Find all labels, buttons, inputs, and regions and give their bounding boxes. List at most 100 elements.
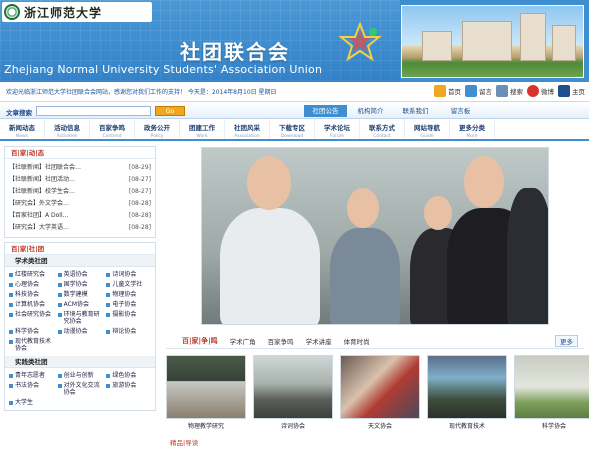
nav-item[interactable]: 新闻动态 News: [0, 119, 45, 139]
association-item[interactable]: 辩论协会: [106, 328, 151, 335]
association-label: 物理协会: [112, 291, 137, 298]
nav-item[interactable]: 团建工作 Work: [180, 119, 225, 139]
association-item[interactable]: 电子协会: [106, 301, 151, 308]
bullet-icon: [57, 313, 62, 317]
association-item[interactable]: 青年志愿者: [9, 372, 54, 379]
association-item[interactable]: 大学生: [9, 399, 54, 406]
top-link-portal[interactable]: 主页: [558, 85, 585, 97]
association-item[interactable]: 绿色协会: [106, 372, 151, 379]
association-item[interactable]: 旅游协会: [106, 382, 151, 396]
featured-reading-label: 精品|导读: [170, 439, 199, 447]
bullet-icon: [106, 273, 111, 277]
tab-guestbook[interactable]: 留言板: [439, 105, 482, 117]
top-link-search[interactable]: 搜索: [496, 85, 523, 97]
nav-item[interactable]: 百家争鸣 Contend: [90, 119, 135, 139]
association-item[interactable]: 科学协会: [9, 328, 54, 335]
gallery-caption: 科学协会: [541, 423, 566, 430]
academic-association-grid: 红楼研究会 英语协会 诗词协会心理协会 国学协会 儿童文学社科技协会 数学建模 物理协会计算…: [5, 267, 155, 356]
tab-about[interactable]: 机构简介: [349, 105, 392, 117]
association-item[interactable]: 动漫协会: [57, 328, 103, 335]
gallery-tab[interactable]: 学术广角: [230, 336, 256, 346]
bullet-icon: [9, 384, 13, 388]
association-item[interactable]: 科技协会: [9, 291, 54, 298]
nav-item[interactable]: 学术论坛 Forum: [315, 119, 360, 139]
nav-item[interactable]: 活动信息 Activities: [45, 119, 90, 139]
gallery-caption: 天文协会: [367, 423, 392, 430]
association-item[interactable]: ACM协会: [57, 301, 103, 308]
bullet-icon: [106, 293, 111, 297]
association-item[interactable]: 对外文化交流协会: [57, 382, 103, 396]
association-item[interactable]: 书法协会: [9, 382, 54, 396]
gallery-thumbnail: [514, 355, 589, 419]
top-link-weibo[interactable]: 微博: [527, 85, 554, 97]
association-item[interactable]: 物理协会: [106, 291, 151, 298]
news-item[interactable]: 【研究会】外文学会… [08-28]: [9, 198, 151, 210]
association-item[interactable]: 社会研究协会: [9, 311, 54, 325]
news-item[interactable]: 【社联新闻】社团活动… [08-27]: [9, 174, 151, 186]
association-label: 儿童文学社: [112, 281, 143, 288]
nav-item[interactable]: 更多分类 More: [450, 119, 495, 139]
photo-person-head: [424, 196, 452, 230]
gallery-tab[interactable]: 学术讲座: [306, 336, 332, 346]
section-tabs: 社团公告 机构简介 联系我们 留言板: [304, 105, 482, 117]
gallery-item[interactable]: 天文协会: [340, 355, 420, 430]
welcome-text: 欢迎光临浙江师范大学社团联合会网站，感谢您对我们工作的支持！ 今天是：2014年…: [6, 89, 277, 96]
association-item[interactable]: 国学协会: [57, 281, 103, 288]
tab-contact[interactable]: 联系我们: [394, 105, 437, 117]
left-column: 百|家|动|态 【社联新闻】社团联合会… [08-29] 【社联新闻】社团活动…[…: [4, 146, 156, 415]
association-label: 摄影协会: [112, 311, 137, 318]
search-input[interactable]: [36, 106, 151, 116]
photo-person-head: [247, 156, 291, 210]
nav-item[interactable]: 社团风采 Association: [225, 119, 270, 139]
news-item[interactable]: 【研究会】大学英语… [08-28]: [9, 222, 151, 234]
top-links: 首页 留言 搜索 微博 主页: [434, 85, 585, 97]
gallery-item[interactable]: 科学协会: [514, 355, 589, 430]
gallery-item[interactable]: 诗词协会: [253, 355, 333, 430]
search-label: 文章搜索: [6, 109, 32, 117]
tab-announcements[interactable]: 社团公告: [304, 105, 347, 117]
top-link-message[interactable]: 留言: [465, 85, 492, 97]
news-list: 【社联新闻】社团联合会… [08-29] 【社联新闻】社团活动… [08-27] 【…: [5, 159, 155, 237]
association-label: 心理协会: [15, 281, 40, 288]
search-go-button[interactable]: Go: [155, 106, 185, 116]
university-logo[interactable]: 浙江师范大学: [2, 2, 152, 22]
practice-group-title: 实践类社团: [5, 356, 155, 368]
gallery-more-link[interactable]: 更多: [555, 335, 578, 347]
union-star-icon: [338, 22, 382, 62]
news-item[interactable]: 【社联新闻】校学生会… [08-27]: [9, 186, 151, 198]
association-item[interactable]: 创业与创新: [57, 372, 103, 379]
nav-item[interactable]: 政务公开 Policy: [135, 119, 180, 139]
news-item[interactable]: 【社联新闻】社团联合会… [08-29]: [9, 162, 151, 174]
gallery-tabs: 百|家|争|鸣 学术广角 百家争鸣 学术讲座 体育时尚: [166, 333, 584, 349]
association-item[interactable]: 诗词协会: [106, 271, 151, 278]
association-item[interactable]: 摄影协会: [106, 311, 151, 325]
bullet-icon: [57, 273, 62, 277]
top-link-home[interactable]: 首页: [434, 85, 461, 97]
association-item[interactable]: 心理协会: [9, 281, 54, 288]
gallery-tab[interactable]: 百家争鸣: [268, 336, 294, 346]
nav-item[interactable]: 下载专区 Download: [270, 119, 315, 139]
gallery-item[interactable]: 物理教学研究: [166, 355, 246, 430]
gallery-tab[interactable]: 体育时尚: [344, 336, 370, 346]
association-label: 社会研究协会: [15, 311, 52, 318]
association-item[interactable]: 计算机协会: [9, 301, 54, 308]
association-label: 书法协会: [15, 382, 40, 389]
nav-item[interactable]: 网站导航 Guide: [405, 119, 450, 139]
featured-photo[interactable]: [201, 147, 549, 325]
gallery-thumbnail: [166, 355, 246, 419]
association-item[interactable]: 现代教育技术协会: [9, 338, 54, 352]
association-item[interactable]: 环境与教育研究协会: [57, 311, 103, 325]
university-seal-icon: [4, 4, 20, 20]
gallery-items: 物理教学研究 诗词协会 天文协会 现代教育技术 科学协会: [166, 349, 589, 430]
gallery-item[interactable]: 现代教育技术: [427, 355, 507, 430]
association-item[interactable]: 英语协会: [57, 271, 103, 278]
bullet-icon: [9, 303, 13, 307]
bullet-icon: [57, 330, 62, 334]
association-label: 国学协会: [63, 281, 88, 288]
association-item[interactable]: 数学建模: [57, 291, 103, 298]
nav-item[interactable]: 联系方式 Contact: [360, 119, 405, 139]
association-label: 英语协会: [63, 271, 88, 278]
association-item[interactable]: 红楼研究会: [9, 271, 54, 278]
news-item[interactable]: 【百家社团】A Doll… [08-28]: [9, 210, 151, 222]
association-item[interactable]: 儿童文学社: [106, 281, 151, 288]
